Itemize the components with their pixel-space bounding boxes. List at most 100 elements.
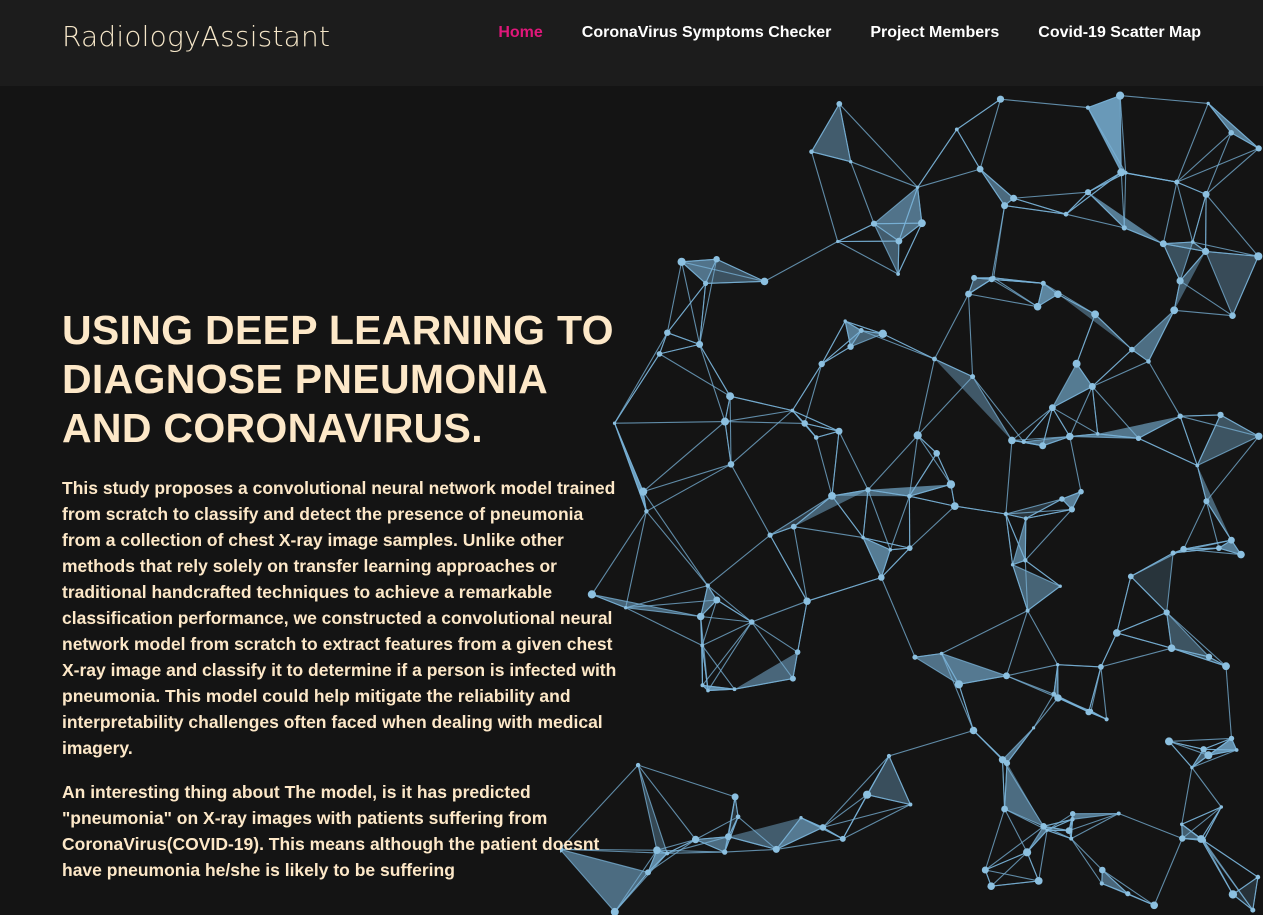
network-line xyxy=(958,684,975,731)
network-node xyxy=(1021,439,1026,444)
network-node xyxy=(644,509,649,514)
network-node xyxy=(1045,828,1049,832)
network-line xyxy=(637,764,736,798)
network-line xyxy=(888,729,974,757)
network-line xyxy=(1090,710,1107,720)
network-node xyxy=(969,726,978,735)
network-line xyxy=(707,534,771,587)
network-node xyxy=(965,290,972,298)
network-line xyxy=(1207,102,1260,149)
network-line xyxy=(1138,437,1198,466)
network-node xyxy=(772,845,780,853)
network-node xyxy=(981,866,989,874)
network-node xyxy=(1054,290,1062,298)
network-line xyxy=(1230,132,1259,149)
network-node xyxy=(1204,751,1213,760)
network-line xyxy=(838,103,919,188)
network-node xyxy=(1098,664,1104,670)
network-node xyxy=(1040,823,1047,830)
network-line xyxy=(889,496,910,550)
network-facet xyxy=(1088,192,1164,244)
network-line xyxy=(751,621,798,653)
network-node xyxy=(1129,346,1135,353)
network-node xyxy=(677,257,686,266)
network-line xyxy=(614,332,668,424)
network-node xyxy=(1180,822,1184,827)
network-line xyxy=(1006,675,1059,699)
network-node xyxy=(1150,901,1158,910)
network-line xyxy=(1057,664,1101,668)
network-node xyxy=(1127,573,1134,580)
network-line xyxy=(1101,869,1155,906)
network-node xyxy=(1023,516,1028,521)
network-facet xyxy=(1205,251,1259,316)
network-line xyxy=(1027,610,1059,665)
network-line xyxy=(793,526,864,539)
network-node xyxy=(721,417,729,426)
network-line xyxy=(1033,697,1059,729)
network-node xyxy=(732,687,737,692)
network-node xyxy=(1116,91,1125,100)
network-node xyxy=(1069,836,1074,841)
network-line xyxy=(792,409,840,432)
network-line xyxy=(991,880,1039,887)
network-node xyxy=(767,532,773,538)
network-line xyxy=(1051,407,1071,437)
network-background-graphic xyxy=(560,91,1263,915)
network-node xyxy=(725,833,732,841)
network-node xyxy=(624,606,628,610)
network-line xyxy=(1006,727,1035,764)
network-node xyxy=(819,824,827,831)
network-node xyxy=(835,427,843,435)
network-line xyxy=(1026,826,1045,853)
network-node xyxy=(1228,130,1234,136)
network-line xyxy=(973,730,1003,761)
network-node xyxy=(1195,463,1200,468)
network-line xyxy=(769,495,833,536)
network-line xyxy=(1200,838,1259,878)
network-line xyxy=(1200,838,1234,895)
network-node xyxy=(1116,811,1121,816)
network-line xyxy=(1176,181,1194,243)
network-line xyxy=(1148,361,1181,417)
network-line xyxy=(837,223,875,242)
nav-scatter-map[interactable]: Covid-19 Scatter Map xyxy=(1038,24,1201,42)
network-line xyxy=(917,435,952,485)
network-node xyxy=(639,487,648,496)
network-node xyxy=(653,846,661,854)
network-line xyxy=(1181,767,1193,825)
network-line xyxy=(1176,132,1232,183)
network-node xyxy=(635,762,641,768)
network-node xyxy=(1095,432,1100,436)
network-node xyxy=(991,275,996,280)
network-line xyxy=(625,607,703,646)
network-line xyxy=(1092,360,1149,388)
network-line xyxy=(917,358,936,436)
network-line xyxy=(1091,349,1133,387)
network-line xyxy=(707,585,753,623)
nav-project-members[interactable]: Project Members xyxy=(870,24,999,42)
network-node xyxy=(996,95,1005,103)
brand-logo[interactable]: RadiologyAssistant xyxy=(62,20,330,53)
network-line xyxy=(645,510,709,586)
network-node xyxy=(1088,383,1096,390)
network-node xyxy=(1201,837,1207,843)
network-node xyxy=(1190,240,1195,244)
network-node xyxy=(1001,805,1008,813)
network-node xyxy=(971,274,978,281)
network-line xyxy=(1000,98,1088,109)
nav-home[interactable]: Home xyxy=(498,24,542,42)
network-line xyxy=(1174,309,1233,317)
nav-symptoms-checker[interactable]: CoronaVirus Symptoms Checker xyxy=(582,24,832,42)
network-node xyxy=(760,277,769,286)
network-node xyxy=(933,450,940,457)
network-line xyxy=(699,344,726,422)
network-line xyxy=(1013,191,1089,199)
network-line xyxy=(1006,664,1058,677)
network-node xyxy=(1085,105,1090,110)
network-node xyxy=(722,849,728,855)
network-node xyxy=(700,683,705,688)
network-line xyxy=(1116,576,1132,634)
network-line xyxy=(850,161,875,224)
network-line xyxy=(1191,767,1222,808)
